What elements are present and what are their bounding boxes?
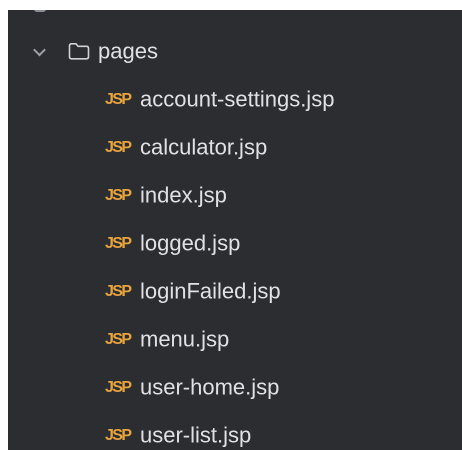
jsp-file-icon: JSP — [105, 427, 132, 444]
jsp-file-icon: JSP — [105, 187, 132, 204]
file-label: calculator.jsp — [140, 134, 268, 160]
tree-folder-pages[interactable]: pages — [8, 28, 462, 76]
jsp-file-icon: JSP — [105, 283, 132, 300]
file-label: user-list.jsp — [140, 422, 252, 448]
folder-label: pages — [98, 38, 158, 64]
tree-file-logged[interactable]: JSP logged.jsp — [8, 220, 462, 268]
tree-file-login-failed[interactable]: JSP loginFailed.jsp — [8, 268, 462, 316]
file-label: index.jsp — [140, 182, 227, 208]
project-tree-panel: pages JSP account-settings.jsp JSP calcu… — [8, 10, 462, 450]
tree-file-user-list[interactable]: JSP user-list.jsp — [8, 412, 462, 450]
jsp-file-icon: JSP — [105, 331, 132, 348]
file-label: loginFailed.jsp — [140, 278, 281, 304]
file-label: menu.jsp — [140, 326, 230, 352]
jsp-file-icon: JSP — [105, 235, 132, 252]
file-label: logged.jsp — [140, 230, 241, 256]
jsp-file-icon: JSP — [105, 91, 132, 108]
chevron-down-icon[interactable] — [33, 43, 46, 57]
file-label: user-home.jsp — [140, 374, 280, 400]
jsp-file-icon: JSP — [105, 379, 132, 396]
tree-file-user-home[interactable]: JSP user-home.jsp — [8, 364, 462, 412]
tree-file-menu[interactable]: JSP menu.jsp — [8, 316, 462, 364]
tree-file-account-settings[interactable]: JSP account-settings.jsp — [8, 76, 462, 124]
tree-file-index[interactable]: JSP index.jsp — [8, 172, 462, 220]
jsp-file-icon: JSP — [105, 139, 132, 156]
tree-file-calculator[interactable]: JSP calculator.jsp — [8, 124, 462, 172]
file-label: account-settings.jsp — [140, 86, 335, 112]
parent-folder-stub — [34, 10, 46, 12]
folder-icon — [68, 40, 90, 66]
